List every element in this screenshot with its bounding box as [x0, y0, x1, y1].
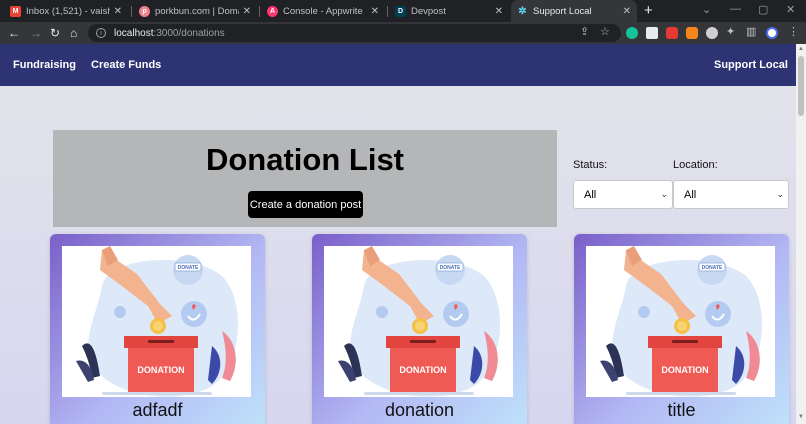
browser-menu-icon[interactable]: ⋮: [788, 25, 799, 38]
svg-text:DONATE: DONATE: [178, 265, 199, 271]
svg-text:DONATE: DONATE: [702, 265, 723, 271]
forward-icon[interactable]: →: [30, 26, 42, 40]
bookmark-star-icon[interactable]: ☆: [600, 25, 610, 38]
address-bar[interactable]: i localhost:3000/donations: [88, 24, 621, 42]
donation-card[interactable]: DONATE DONATION adfadf: [50, 234, 265, 424]
create-donation-post-button[interactable]: Create a donation post: [248, 191, 363, 218]
notion-extension-icon[interactable]: [646, 27, 658, 39]
gmail-icon: M: [10, 5, 21, 17]
hero-banner: Donation List Create a donation post: [53, 130, 557, 227]
tab-title: Devpost: [411, 5, 446, 17]
browser-tab-devpost[interactable]: D Devpost ✕: [389, 0, 509, 22]
nav-brand-fundraising[interactable]: Fundraising: [13, 59, 76, 71]
svg-text:DONATION: DONATION: [137, 365, 184, 375]
location-filter-select[interactable]: All ⌄: [673, 180, 789, 209]
browser-tab-strip: M Inbox (1,521) - vaishnavi.t ✕ p porkbu…: [0, 0, 806, 22]
browser-toolbar: ← → ↻ ⌂ i localhost:3000/donations ⇪ ☆ ✦…: [0, 22, 806, 44]
appwrite-icon: A: [267, 5, 278, 17]
extensions-puzzle-icon[interactable]: ✦: [726, 25, 735, 38]
grammarly-extension-icon[interactable]: [626, 27, 638, 39]
browser-tab-appwrite[interactable]: A Console - Appwrite ✕: [261, 0, 385, 22]
donation-illustration: DONATE DONATION: [62, 246, 251, 397]
maximize-icon[interactable]: ▢: [758, 3, 768, 16]
close-tab-icon[interactable]: ✕: [114, 6, 122, 17]
location-filter-label: Location:: [673, 159, 718, 171]
react-icon: ✲: [518, 5, 527, 17]
scroll-up-icon[interactable]: ▲: [798, 46, 804, 52]
card-title: title: [667, 400, 696, 420]
new-tab-button[interactable]: +: [644, 2, 653, 19]
extension-gray-icon[interactable]: [706, 27, 718, 39]
browser-tab-support-local[interactable]: ✲ Support Local ✕: [511, 0, 637, 22]
close-tab-icon[interactable]: ✕: [243, 6, 251, 17]
svg-text:DONATE: DONATE: [440, 265, 461, 271]
back-icon[interactable]: ←: [8, 26, 20, 40]
close-window-icon[interactable]: ✕: [786, 3, 795, 16]
page-title: Donation List: [205, 142, 405, 177]
site-info-icon[interactable]: i: [96, 28, 106, 38]
donation-illustration: DONATE DONATION: [324, 246, 513, 397]
close-tab-icon[interactable]: ✕: [495, 6, 503, 17]
donation-illustration: DONATE DONATION: [586, 246, 775, 397]
tab-title: Console - Appwrite: [283, 5, 363, 17]
svg-text:DONATION: DONATION: [661, 365, 708, 375]
close-tab-icon[interactable]: ✕: [623, 6, 631, 17]
tab-title: Inbox (1,521) - vaishnavi.t: [26, 5, 110, 17]
nav-create-funds[interactable]: Create Funds: [91, 59, 161, 71]
devpost-icon: D: [395, 5, 406, 17]
extension-red-icon[interactable]: [666, 27, 678, 39]
minimize-icon[interactable]: —: [730, 3, 741, 15]
card-title: adfadf: [132, 400, 183, 420]
card-title: donation: [384, 400, 455, 420]
chevron-down-icon: ⌄: [776, 189, 784, 199]
donation-card[interactable]: DONATE DONATION donation: [312, 234, 527, 424]
tab-divider: [387, 6, 388, 17]
nav-support-local[interactable]: Support Local: [714, 59, 788, 71]
browser-tab-gmail[interactable]: M Inbox (1,521) - vaishnavi.t ✕: [4, 0, 128, 22]
tab-divider: [131, 6, 132, 17]
share-icon[interactable]: ⇪: [580, 25, 589, 38]
url-path: :3000/donations: [153, 27, 225, 39]
reload-icon[interactable]: ↻: [50, 26, 60, 40]
status-filter-select[interactable]: All ⌄: [573, 180, 673, 209]
browser-tab-porkbun[interactable]: p porkbun.com | Domain M ✕: [133, 0, 257, 22]
porkbun-icon: p: [139, 5, 150, 17]
donation-card[interactable]: DONATE DONATION title: [574, 234, 789, 424]
close-tab-icon[interactable]: ✕: [371, 6, 379, 17]
status-filter-label: Status:: [573, 159, 608, 171]
profile-avatar[interactable]: [766, 27, 778, 39]
location-filter-value: All: [684, 188, 697, 201]
svg-text:DONATION: DONATION: [399, 365, 446, 375]
status-filter-value: All: [584, 188, 597, 201]
metamask-extension-icon[interactable]: [686, 27, 698, 39]
chevron-down-icon: ⌄: [660, 189, 668, 199]
top-navbar: Fundraising Create Funds Support Local: [0, 44, 796, 86]
tab-title: porkbun.com | Domain M: [155, 5, 239, 17]
page-viewport: Fundraising Create Funds Support Local D…: [0, 44, 796, 424]
url-host: localhost: [114, 27, 154, 39]
tab-divider: [259, 6, 260, 17]
side-panel-icon[interactable]: ▥: [746, 25, 756, 38]
scroll-down-icon[interactable]: ▼: [798, 414, 804, 420]
scrollbar-thumb[interactable]: [798, 56, 804, 116]
tab-title: Support Local: [533, 5, 592, 17]
tab-search-icon[interactable]: ⌄: [702, 3, 711, 16]
home-icon[interactable]: ⌂: [70, 26, 77, 40]
